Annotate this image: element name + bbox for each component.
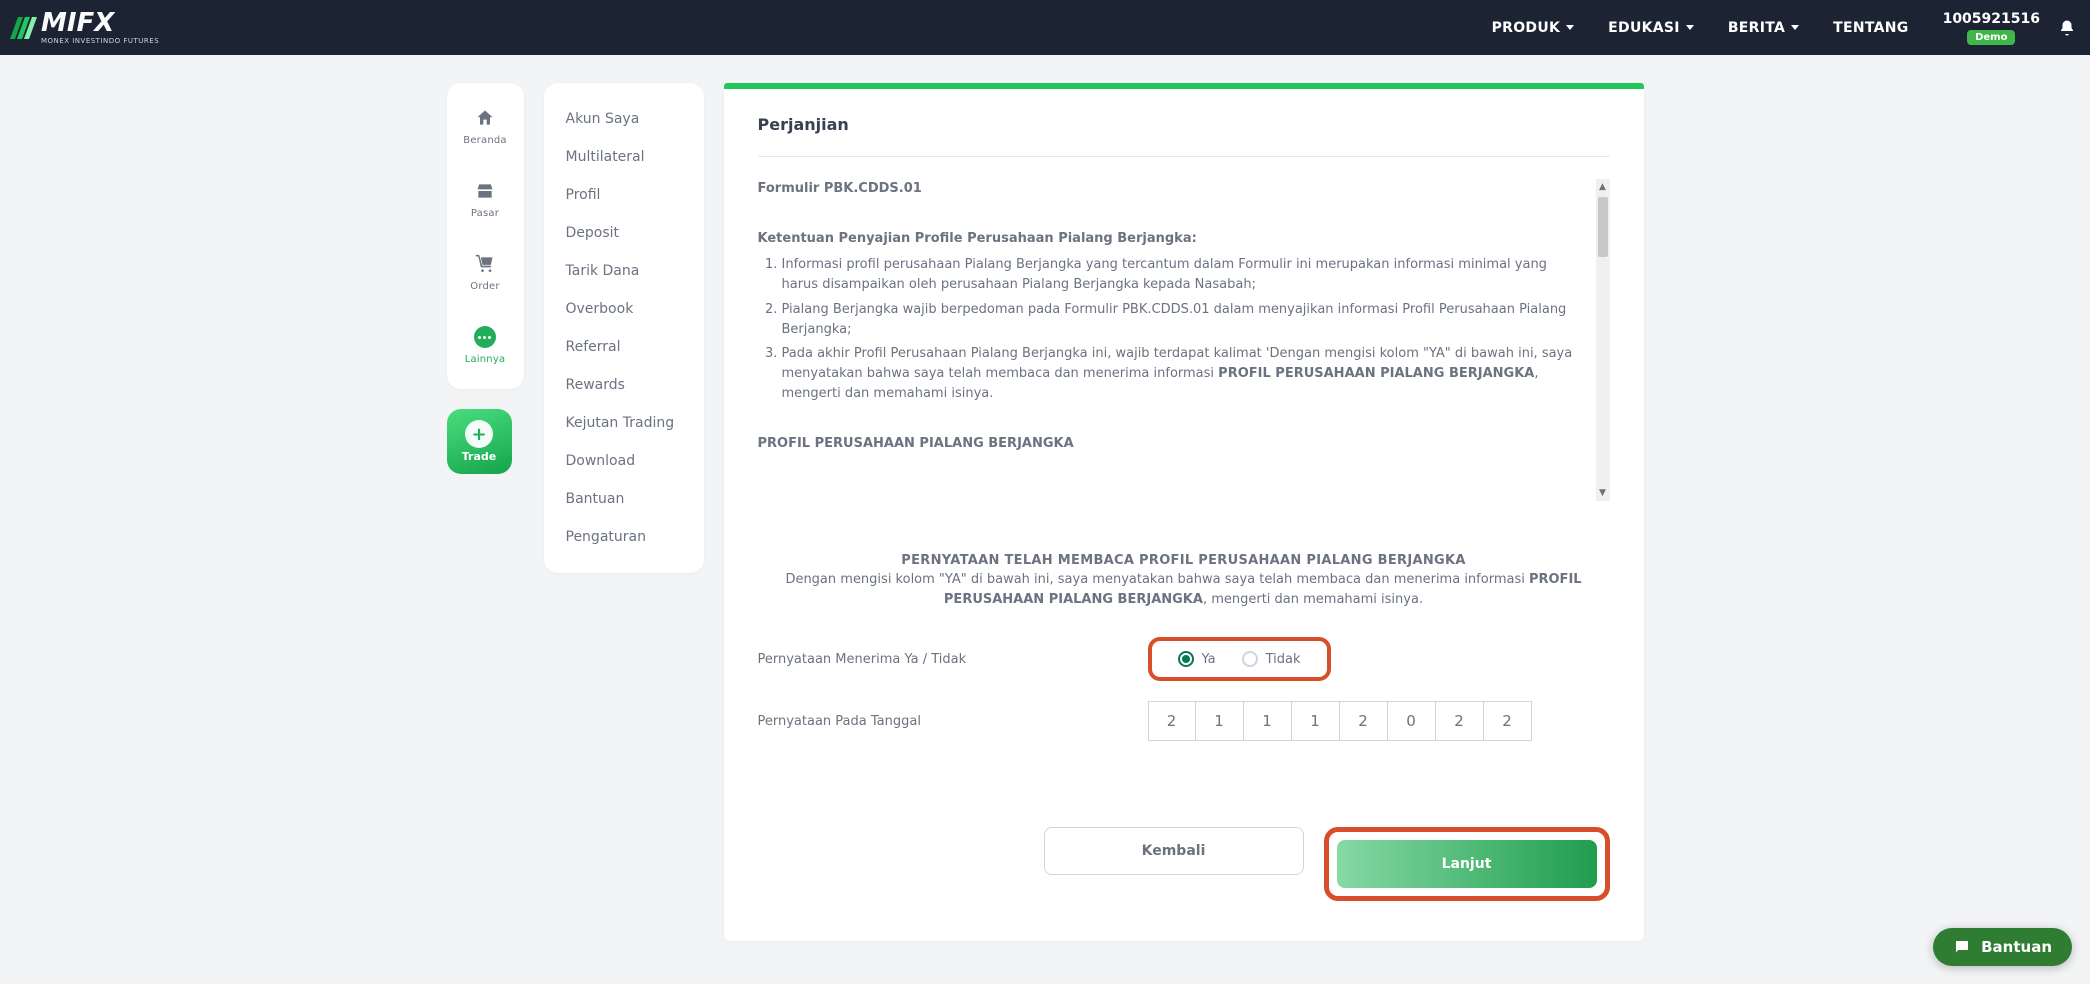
account-id: 1005921516 [1943,11,2040,27]
brand-tagline: MONEX INVESTINDO FUTURES [41,38,159,45]
cart-icon [474,253,496,275]
date-digit: 2 [1436,701,1484,741]
brand-logo[interactable]: MIFX MONEX INVESTINDO FUTURES [14,10,159,45]
home-icon [474,107,496,129]
rail-label: Beranda [463,135,506,146]
page-body: Beranda Pasar Order Lainnya + Trade Akun… [0,55,2090,981]
rail-label: Pasar [471,208,499,219]
date-digit: 2 [1148,701,1196,741]
help-bubble-label: Bantuan [1981,938,2052,956]
nav-label: EDUKASI [1608,20,1680,36]
rail-lainnya[interactable]: Lainnya [465,326,506,365]
account-info[interactable]: 1005921516 Demo [1943,11,2040,45]
action-row: Kembali Lanjut [758,827,1610,901]
accept-row: Pernyataan Menerima Ya / Tidak Ya Tidak [758,637,1610,681]
rail-label: Order [470,281,499,292]
trade-label: Trade [462,450,496,463]
plus-icon: + [465,420,493,448]
radio-dot-icon [1242,651,1258,667]
date-label: Pernyataan Pada Tanggal [758,714,1148,729]
scroll-up-icon[interactable]: ▲ [1596,179,1610,195]
top-nav: MIFX MONEX INVESTINDO FUTURES PRODUK EDU… [0,0,2090,55]
date-row: Pernyataan Pada Tanggal 2 1 1 1 2 0 2 2 [758,701,1610,741]
submenu-akun-saya[interactable]: Akun Saya [566,111,682,127]
date-digit: 1 [1196,701,1244,741]
submenu-tarik-dana[interactable]: Tarik Dana [566,263,682,279]
divider [758,156,1610,157]
nav-berita[interactable]: BERITA [1728,20,1799,36]
nav-produk[interactable]: PRODUK [1492,20,1575,36]
accept-radio-group: Ya Tidak [1148,637,1331,681]
nav-rail: Beranda Pasar Order Lainnya [447,83,524,389]
topnav-items: PRODUK EDUKASI BERITA TENTANG [1492,20,1909,36]
doc-bullet: Pialang Berjangka wajib berpedoman pada … [782,300,1582,340]
doc-scrollbar[interactable]: ▲ ▼ [1596,179,1610,501]
nav-label: BERITA [1728,20,1785,36]
trade-button[interactable]: + Trade [447,409,512,474]
date-digit: 2 [1484,701,1532,741]
date-input[interactable]: 2 1 1 1 2 0 2 2 [1148,701,1532,741]
submenu-referral[interactable]: Referral [566,339,682,355]
doc-bullet: Pada akhir Profil Perusahaan Pialang Ber… [782,344,1582,404]
submenu-overbook[interactable]: Overbook [566,301,682,317]
rail-order[interactable]: Order [470,253,499,292]
document-viewer: Formulir PBK.CDDS.01 Ketentuan Penyajian… [758,179,1610,501]
radio-dot-icon [1178,651,1194,667]
nav-label: TENTANG [1833,20,1908,36]
submenu-download[interactable]: Download [566,453,682,469]
left-column: Beranda Pasar Order Lainnya + Trade [447,83,524,474]
agreement-card: Perjanjian Formulir PBK.CDDS.01 Ketentua… [724,83,1644,941]
next-button-highlight: Lanjut [1324,827,1610,901]
document-content[interactable]: Formulir PBK.CDDS.01 Ketentuan Penyajian… [758,179,1610,501]
submenu-deposit[interactable]: Deposit [566,225,682,241]
scroll-thumb[interactable] [1598,197,1608,257]
nav-edukasi[interactable]: EDUKASI [1608,20,1694,36]
date-digit: 1 [1244,701,1292,741]
logo-bars-icon [14,17,33,39]
submenu: Akun Saya Multilateral Profil Deposit Ta… [544,83,704,573]
radio-no[interactable]: Tidak [1242,651,1301,667]
radio-yes-label: Ya [1202,652,1216,667]
radio-no-label: Tidak [1266,652,1301,667]
market-icon [474,180,496,202]
doc-section-title: PROFIL PERUSAHAAN PIALANG BERJANGKA [758,434,1582,454]
chevron-down-icon [1791,25,1799,30]
submenu-bantuan[interactable]: Bantuan [566,491,682,507]
rail-label: Lainnya [465,354,506,365]
chevron-down-icon [1686,25,1694,30]
date-digit: 1 [1292,701,1340,741]
submenu-pengaturan[interactable]: Pengaturan [566,529,682,545]
statement-title: PERNYATAAN TELAH MEMBACA PROFIL PERUSAHA… [758,553,1610,568]
next-button[interactable]: Lanjut [1337,840,1597,888]
card-title: Perjanjian [758,115,1610,134]
brand-name: MIFX [41,10,159,36]
doc-bullet: Informasi profil perusahaan Pialang Berj… [782,255,1582,295]
submenu-rewards[interactable]: Rewards [566,377,682,393]
date-digit: 0 [1388,701,1436,741]
date-digit: 2 [1340,701,1388,741]
submenu-kejutan-trading[interactable]: Kejutan Trading [566,415,682,431]
more-icon [474,326,496,348]
radio-yes[interactable]: Ya [1178,651,1216,667]
bell-icon[interactable] [2058,19,2076,37]
nav-tentang[interactable]: TENTANG [1833,20,1908,36]
statement-block: PERNYATAAN TELAH MEMBACA PROFIL PERUSAHA… [758,553,1610,609]
account-badge: Demo [1967,30,2015,45]
nav-label: PRODUK [1492,20,1561,36]
chat-icon [1953,938,1971,956]
statement-text: Dengan mengisi kolom "YA" di bawah ini, … [758,570,1610,609]
doc-form-code: Formulir PBK.CDDS.01 [758,179,1582,199]
back-button[interactable]: Kembali [1044,827,1304,875]
accept-label: Pernyataan Menerima Ya / Tidak [758,652,1148,667]
help-bubble[interactable]: Bantuan [1933,928,2072,966]
scroll-down-icon[interactable]: ▼ [1596,485,1610,501]
submenu-multilateral[interactable]: Multilateral [566,149,682,165]
submenu-profil[interactable]: Profil [566,187,682,203]
doc-bullet-list: Informasi profil perusahaan Pialang Berj… [758,255,1582,404]
rail-pasar[interactable]: Pasar [471,180,499,219]
doc-subheading: Ketentuan Penyajian Profile Perusahaan P… [758,229,1582,249]
rail-beranda[interactable]: Beranda [463,107,506,146]
chevron-down-icon [1566,25,1574,30]
